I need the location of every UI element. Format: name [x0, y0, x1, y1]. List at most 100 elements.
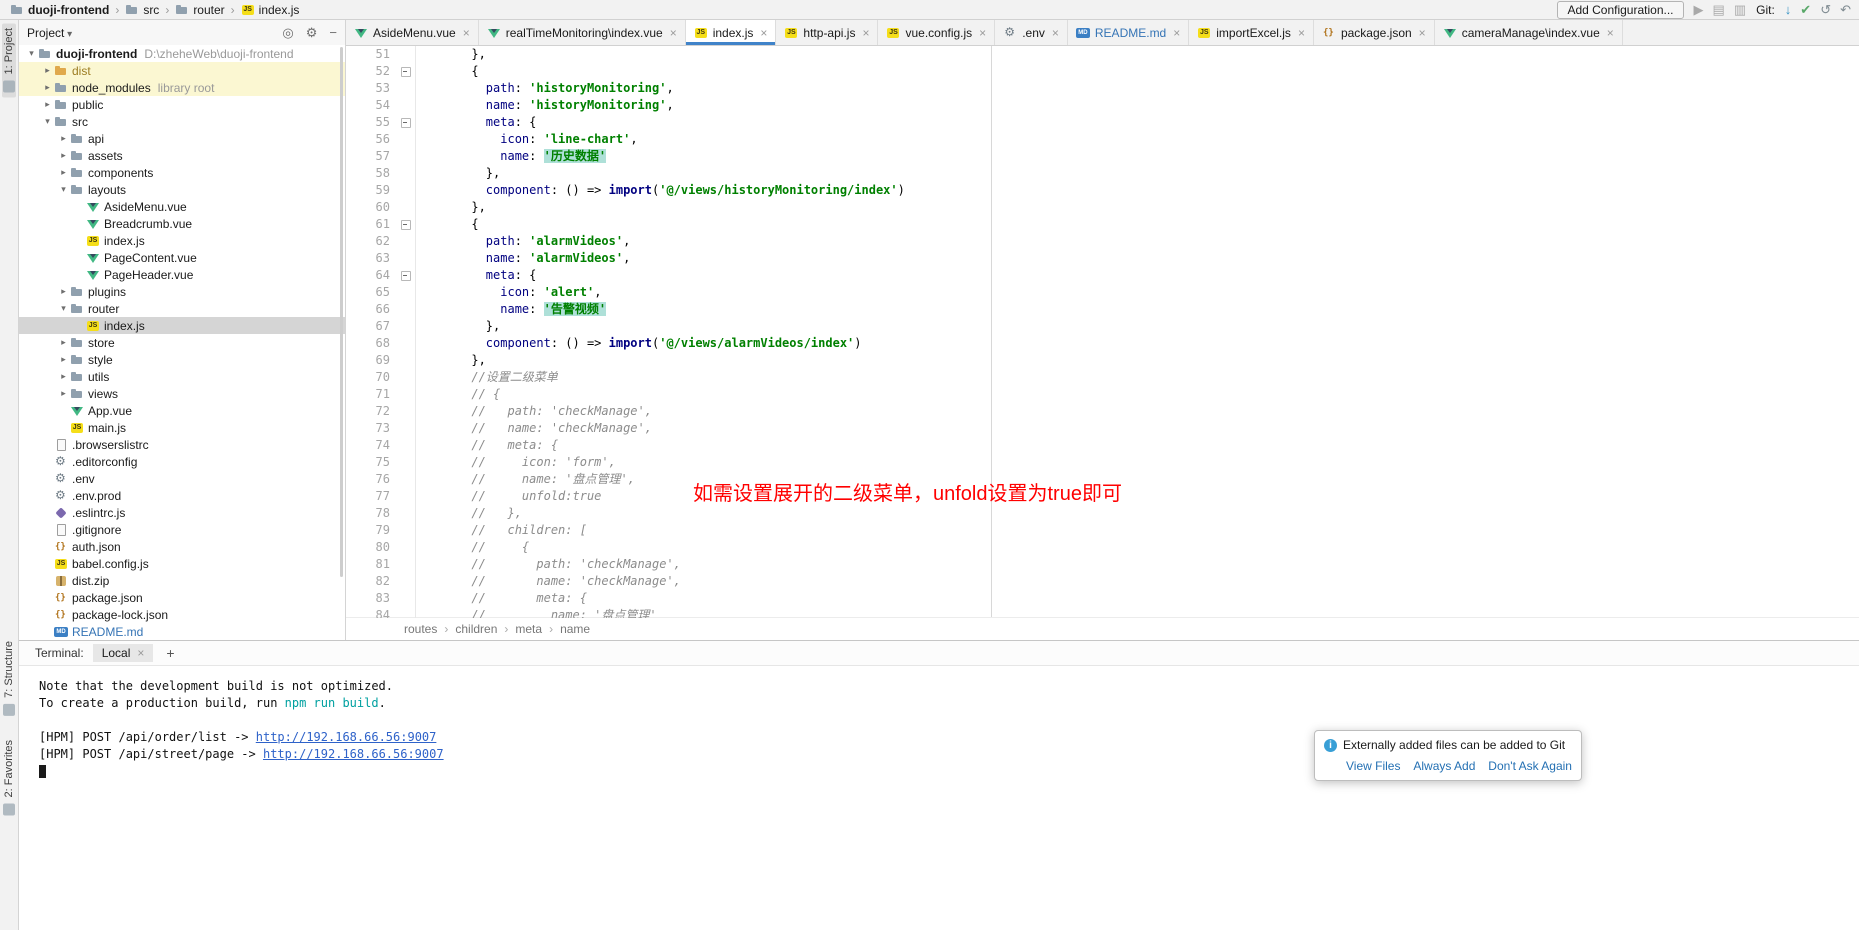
chevron-down-icon[interactable]: ▾ [57, 303, 70, 314]
editor-tab[interactable]: README.md [1068, 20, 1189, 45]
close-icon[interactable] [1052, 26, 1059, 40]
rollback-icon[interactable]: ↶ [1840, 3, 1851, 16]
commit-icon[interactable]: ✔ [1800, 3, 1811, 16]
tree-item[interactable]: ▾duoji-frontendD:\zheheWeb\duoji-fronten… [19, 45, 345, 62]
add-terminal-button[interactable]: + [162, 645, 178, 661]
tool-button-1-project[interactable]: 1: Project [2, 23, 16, 97]
editor-tab[interactable]: AsideMenu.vue [346, 20, 479, 45]
close-icon[interactable] [1419, 26, 1426, 40]
locate-file-icon[interactable]: ◎ [282, 26, 293, 39]
chevron-right-icon[interactable]: ▸ [57, 167, 70, 178]
close-icon[interactable] [1298, 26, 1305, 40]
breadcrumb-item[interactable]: router [173, 3, 226, 17]
chevron-right-icon[interactable]: ▸ [41, 82, 54, 93]
tree-item[interactable]: ▾layouts [19, 181, 345, 198]
project-scrollbar[interactable] [340, 47, 343, 577]
tree-item[interactable]: ▸style [19, 351, 345, 368]
breadcrumb-item[interactable]: duoji-frontend [8, 3, 111, 17]
chevron-right-icon[interactable]: ▸ [57, 371, 70, 382]
editor-tab[interactable]: http-api.js [776, 20, 878, 45]
chevron-down-icon[interactable]: ▾ [25, 48, 38, 59]
tree-item[interactable]: README.md [19, 623, 345, 640]
tree-item[interactable]: .gitignore [19, 521, 345, 538]
breadcrumb-item[interactable]: routes [404, 622, 437, 636]
tree-item[interactable]: ▸public [19, 96, 345, 113]
hide-panel-icon[interactable]: − [329, 26, 337, 39]
fold-icon[interactable] [398, 267, 416, 284]
profiler-icon[interactable]: ▥ [1734, 3, 1746, 16]
tree-item[interactable]: .env [19, 470, 345, 487]
tree-item[interactable]: index.js [19, 232, 345, 249]
close-icon[interactable] [1173, 26, 1180, 40]
editor-tab[interactable]: package.json [1314, 20, 1435, 45]
editor-tab[interactable]: importExcel.js [1189, 20, 1314, 45]
tree-item[interactable]: ▸plugins [19, 283, 345, 300]
tree-item[interactable]: AsideMenu.vue [19, 198, 345, 215]
tree-item[interactable]: PageContent.vue [19, 249, 345, 266]
breadcrumb-item[interactable]: index.js [239, 3, 302, 17]
tree-item[interactable]: dist.zip [19, 572, 345, 589]
tree-item[interactable]: ▸views [19, 385, 345, 402]
chevron-right-icon[interactable]: ▸ [57, 388, 70, 399]
tree-item[interactable]: package-lock.json [19, 606, 345, 623]
editor-tab[interactable]: vue.config.js [878, 20, 995, 45]
notification-action[interactable]: View Files [1346, 759, 1400, 773]
close-icon[interactable] [137, 646, 144, 660]
terminal-link[interactable]: http://192.168.66.56:9007 [256, 730, 437, 744]
tree-item[interactable]: App.vue [19, 402, 345, 419]
tree-item[interactable]: Breadcrumb.vue [19, 215, 345, 232]
breadcrumb-item[interactable]: children [455, 622, 497, 636]
breadcrumb-item[interactable]: meta [515, 622, 542, 636]
tree-item[interactable]: index.js [19, 317, 345, 334]
code-area[interactable]: 51 },52 {53 path: 'historyMonitoring',54… [346, 46, 1859, 618]
editor-tab[interactable]: realTimeMonitoring\index.vue [479, 20, 686, 45]
tree-item[interactable]: ▸store [19, 334, 345, 351]
chevron-right-icon[interactable]: ▸ [57, 150, 70, 161]
close-icon[interactable] [670, 26, 677, 40]
tree-item[interactable]: ▸utils [19, 368, 345, 385]
tree-item[interactable]: PageHeader.vue [19, 266, 345, 283]
tree-item[interactable]: auth.json [19, 538, 345, 555]
tree-item[interactable]: ▸api [19, 130, 345, 147]
breadcrumb-item[interactable]: src [123, 3, 161, 17]
tree-item[interactable]: ▸node_moduleslibrary root [19, 79, 345, 96]
chevron-right-icon[interactable]: ▸ [41, 99, 54, 110]
close-icon[interactable] [463, 26, 470, 40]
tree-item[interactable]: .eslintrc.js [19, 504, 345, 521]
add-configuration-button[interactable]: Add Configuration... [1557, 1, 1683, 19]
notification-action[interactable]: Don't Ask Again [1488, 759, 1572, 773]
tool-button-2-favorites[interactable]: 2: Favorites [2, 735, 16, 820]
terminal-tab-local[interactable]: Local [93, 644, 154, 662]
fold-icon[interactable] [398, 63, 416, 80]
tree-item[interactable]: babel.config.js [19, 555, 345, 572]
chevron-right-icon[interactable]: ▸ [41, 65, 54, 76]
tree-item[interactable]: ▸components [19, 164, 345, 181]
terminal-output[interactable]: Note that the development build is not o… [19, 666, 1859, 780]
breadcrumb-item[interactable]: name [560, 622, 590, 636]
tree-item[interactable]: .browserslistrc [19, 436, 345, 453]
fold-icon[interactable] [398, 114, 416, 131]
history-icon[interactable]: ↺ [1820, 3, 1831, 16]
tree-item[interactable]: package.json [19, 589, 345, 606]
editor-tab[interactable]: index.js [686, 20, 777, 45]
close-icon[interactable] [760, 26, 767, 40]
tree-item[interactable]: ▸assets [19, 147, 345, 164]
chevron-right-icon[interactable]: ▸ [57, 133, 70, 144]
tree-item[interactable]: ▸dist [19, 62, 345, 79]
chevron-right-icon[interactable]: ▸ [57, 337, 70, 348]
editor-tab[interactable]: .env [995, 20, 1068, 45]
coverage-icon[interactable]: ▤ [1713, 3, 1725, 16]
tree-item[interactable]: main.js [19, 419, 345, 436]
editor-tab[interactable]: cameraManage\index.vue [1435, 20, 1623, 45]
settings-icon[interactable]: ⚙ [306, 26, 318, 39]
close-icon[interactable] [979, 26, 986, 40]
close-icon[interactable] [1607, 26, 1614, 40]
chevron-down-icon[interactable]: ▾ [41, 116, 54, 127]
tool-button-7-structure[interactable]: 7: Structure [2, 636, 16, 721]
notification-action[interactable]: Always Add [1413, 759, 1475, 773]
terminal-link[interactable]: http://192.168.66.56:9007 [263, 747, 444, 761]
fold-icon[interactable] [398, 216, 416, 233]
chevron-down-icon[interactable]: ▾ [57, 184, 70, 195]
update-project-icon[interactable]: ↓ [1785, 3, 1792, 16]
chevron-right-icon[interactable]: ▸ [57, 286, 70, 297]
